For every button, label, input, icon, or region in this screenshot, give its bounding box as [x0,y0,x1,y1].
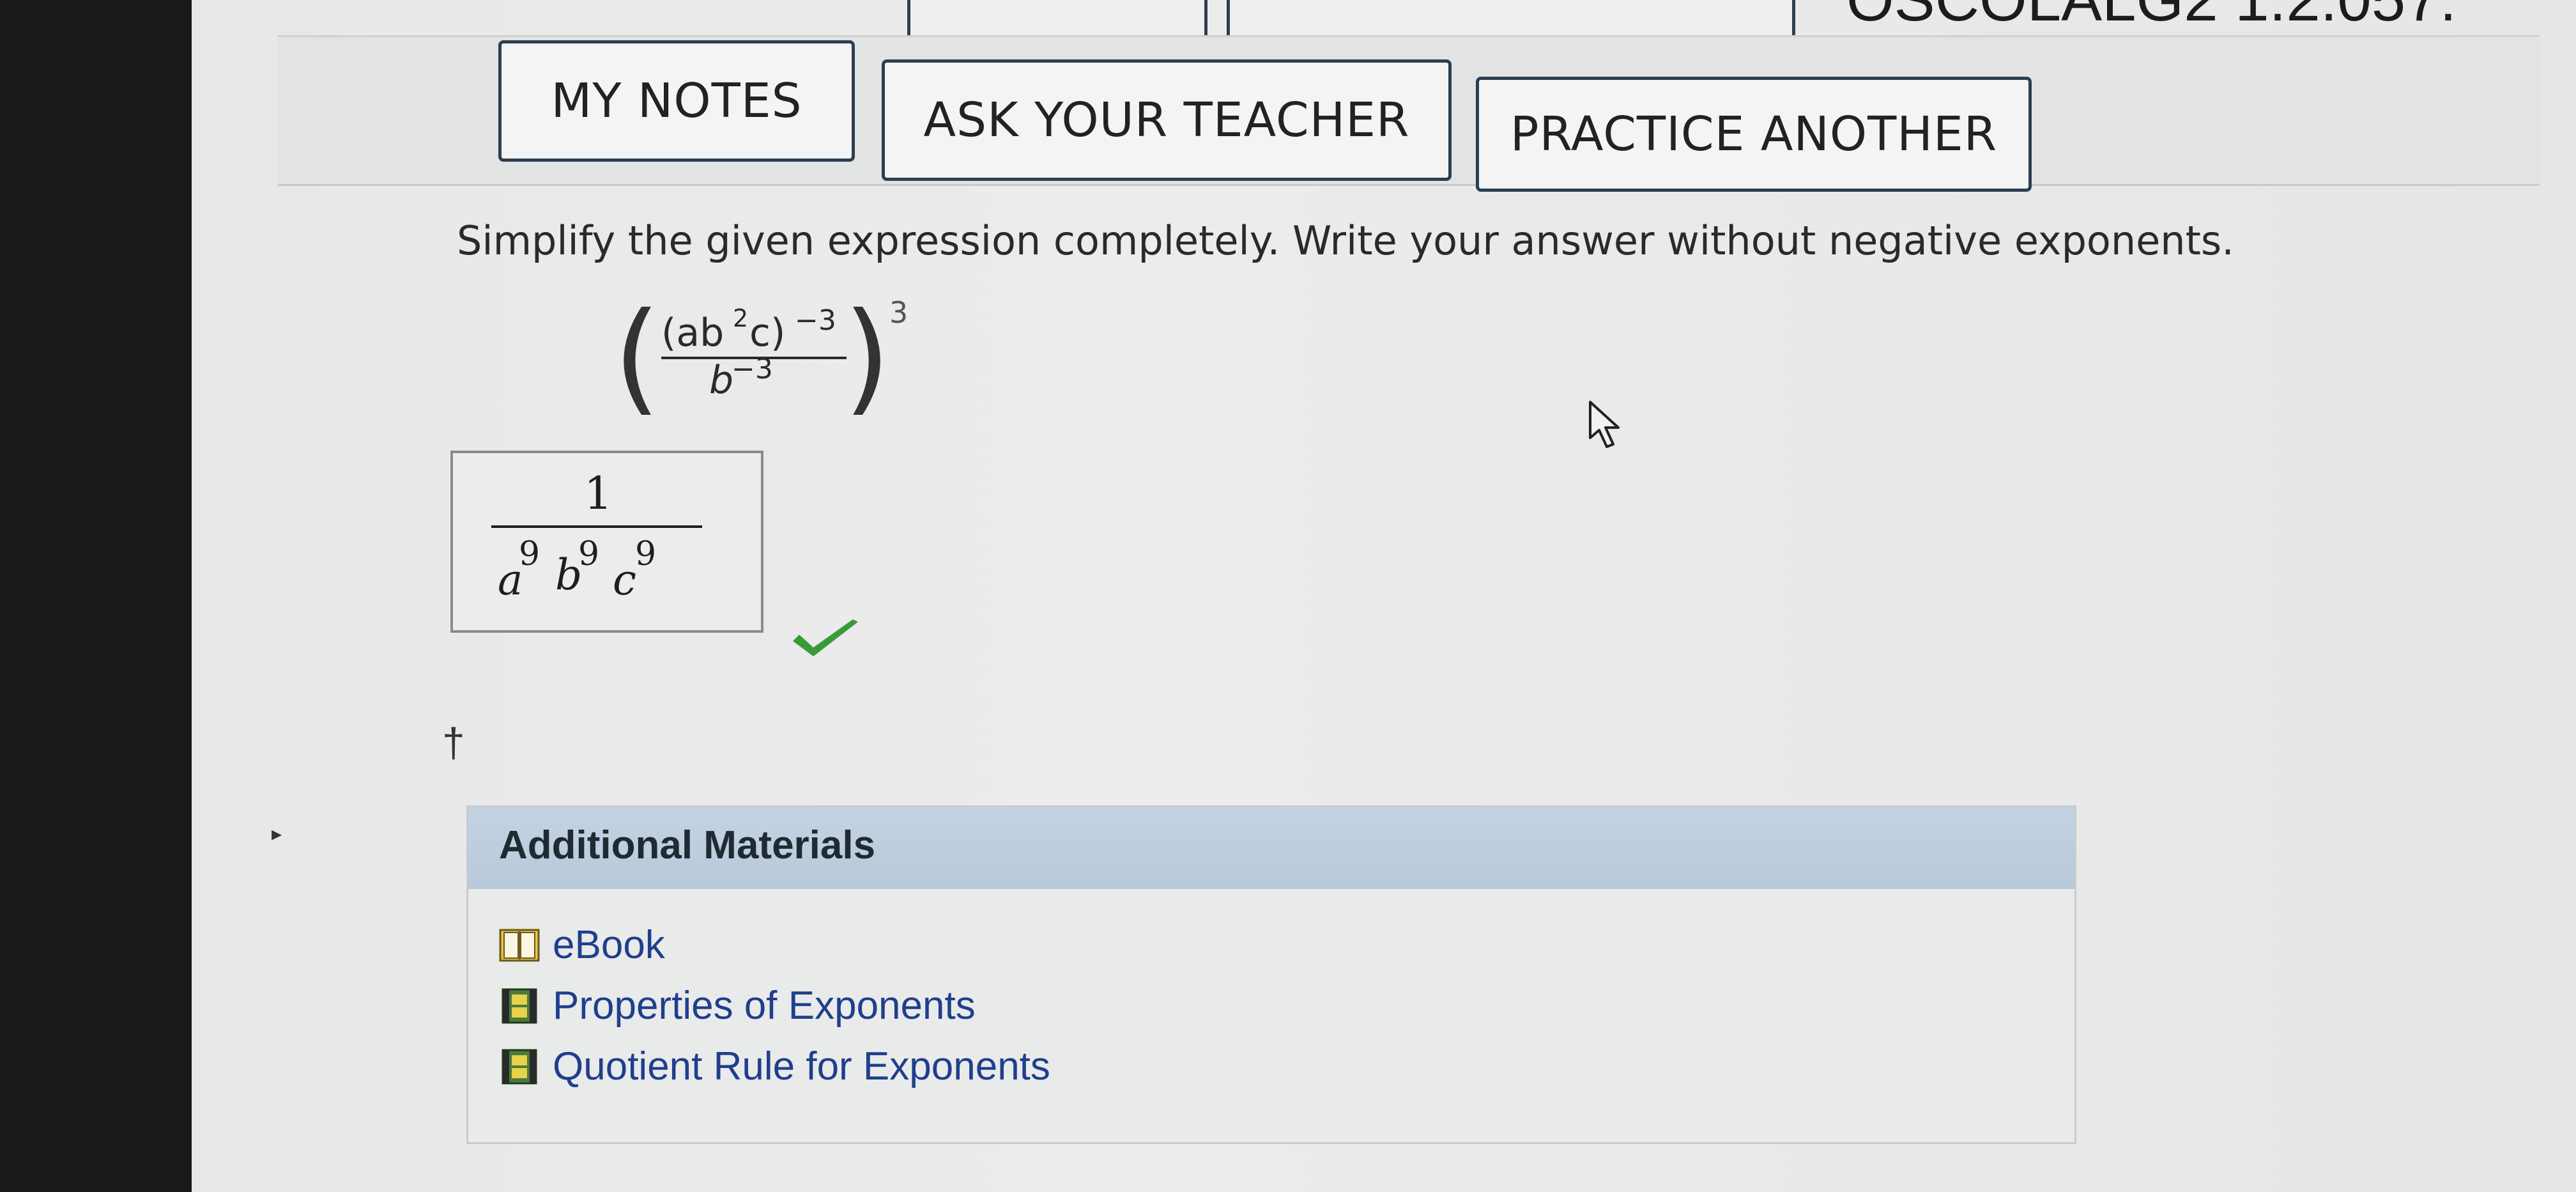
problem-id: OSCOLALG2 1.2.057. [1846,0,2457,35]
properties-of-exponents-link[interactable]: Properties of Exponents [499,983,976,1028]
checkmark-icon [793,619,858,656]
additional-materials-title: Additional Materials [499,823,876,867]
numerator-base: (ab [661,311,724,355]
additional-materials-panel: Additional Materials eBook Properties of… [466,805,2076,1144]
denominator-exponent: −3 [732,353,773,385]
video-icon [502,1049,537,1084]
side-marker: ▸ [272,822,282,845]
ebook-link[interactable]: eBook [499,922,665,968]
answer-c: c [613,555,636,605]
screen: OSCOLALG2 1.2.057. MY NOTES ASK YOUR TEA… [192,0,2576,1192]
numerator-c: c) [749,311,786,355]
answer-c-exponent: 9 [635,535,657,573]
question-instruction: Simplify the given expression completely… [457,217,2234,264]
ask-your-teacher-button[interactable]: ASK YOUR TEACHER [882,59,1452,181]
numerator-outer-exponent: −3 [795,304,836,337]
properties-of-exponents-label: Properties of Exponents [553,984,976,1028]
open-paren: ( [613,286,661,428]
ebook-label: eBook [553,923,665,967]
math-expression: ( (ab 2 c) −3 b −3 ) 3 [613,286,1124,428]
video-icon [502,988,537,1023]
my-notes-button[interactable]: MY NOTES [498,40,855,162]
book-icon [499,929,540,961]
practice-another-button[interactable]: PRACTICE ANOTHER [1476,77,2032,192]
quotient-rule-label: Quotient Rule for Exponents [553,1044,1050,1088]
answer-b-exponent: 9 [578,535,600,573]
answer-box[interactable]: 1 a 9 b 9 c 9 [450,451,763,633]
quotient-rule-link[interactable]: Quotient Rule for Exponents [499,1044,1050,1089]
close-paren: ) [843,286,891,428]
numerator-inner-exponent: 2 [733,304,749,332]
mouse-cursor-icon [1589,401,1620,448]
answer-a-exponent: 9 [519,535,540,573]
answer-numerator: 1 [584,467,613,520]
answer-fraction-bar [491,525,702,528]
additional-materials-header: Additional Materials [468,807,2074,889]
footnote-dagger: † [442,720,465,766]
outer-power: 3 [889,295,908,330]
denominator-base: b [709,358,734,403]
